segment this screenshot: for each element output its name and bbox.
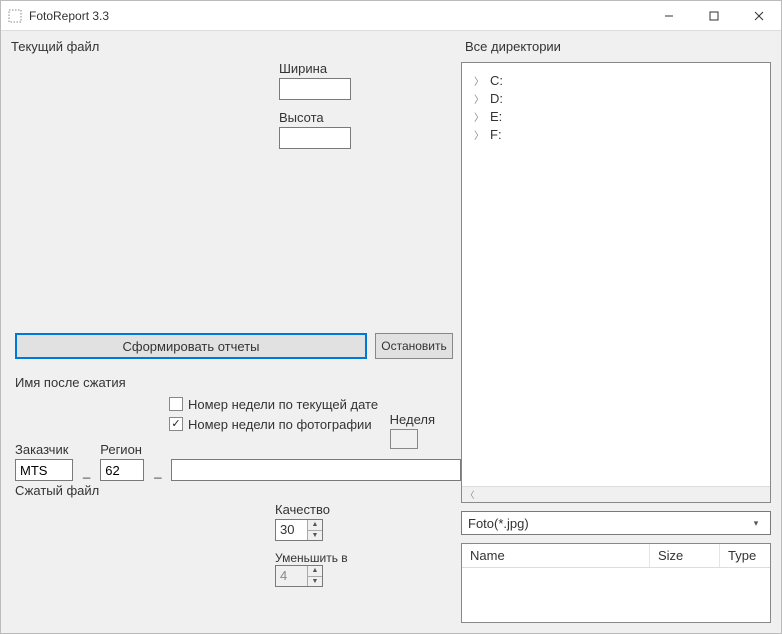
stop-button[interactable]: Остановить [375,333,453,359]
app-icon [7,8,23,24]
scale-label: Уменьшить в [275,551,455,565]
tree-item[interactable]: 〉 C: [468,71,764,89]
maximize-button[interactable] [691,1,736,30]
column-header-size[interactable]: Size [650,544,720,567]
minimize-button[interactable] [646,1,691,30]
height-label: Высота [279,110,351,125]
chevron-right-icon[interactable]: 〉 [474,127,486,142]
horizontal-scrollbar[interactable]: 〈 [462,486,770,502]
quality-down-icon[interactable]: ▼ [308,531,322,541]
scale-value[interactable]: 4 [276,566,307,586]
region-input[interactable] [100,459,144,481]
separator: _ [83,464,90,481]
filename-rest-input[interactable] [171,459,461,481]
titlebar: FotoReport 3.3 [1,1,781,31]
quality-up-icon[interactable]: ▲ [308,520,322,531]
chevron-down-icon[interactable]: ▾ [748,518,764,529]
scroll-left-icon[interactable]: 〈 [462,487,478,503]
width-label: Ширина [279,61,351,76]
separator: _ [154,464,161,481]
column-header-name[interactable]: Name [462,544,650,567]
width-input[interactable] [279,78,351,100]
drive-label: C: [490,73,503,88]
file-filter-dropdown[interactable]: Foto(*.jpg) ▾ [461,511,771,535]
quality-label: Качество [275,502,455,517]
week-photo-checkbox[interactable] [169,417,183,431]
quality-value[interactable]: 30 [276,520,307,540]
close-button[interactable] [736,1,781,30]
week-input[interactable] [390,429,418,449]
tree-item[interactable]: 〉 E: [468,107,764,125]
customer-label: Заказчик [15,442,73,457]
scale-spinner[interactable]: 4 ▲ ▼ [275,565,323,587]
week-photo-label: Номер недели по фотографии [188,417,372,432]
chevron-right-icon[interactable]: 〉 [474,73,486,88]
week-label: Неделя [390,412,435,427]
customer-input[interactable] [15,459,73,481]
tree-item[interactable]: 〉 F: [468,125,764,143]
all-directories-label: Все директории [465,39,771,54]
window-title: FotoReport 3.3 [29,9,109,23]
scale-down-icon[interactable]: ▼ [308,577,322,587]
region-label: Регион [100,442,144,457]
week-current-label: Номер недели по текущей дате [188,397,378,412]
chevron-right-icon[interactable]: 〉 [474,91,486,106]
file-list[interactable]: Name Size Type [461,543,771,623]
filter-value: Foto(*.jpg) [468,516,529,531]
chevron-right-icon[interactable]: 〉 [474,109,486,124]
drive-label: F: [490,127,502,142]
tree-item[interactable]: 〉 D: [468,89,764,107]
name-after-compress-label: Имя после сжатия [15,375,455,390]
column-header-type[interactable]: Type [720,544,770,567]
generate-reports-button[interactable]: Сформировать отчеты [15,333,367,359]
directory-tree[interactable]: 〉 C: 〉 D: 〉 E: 〉 F: 〈 [461,62,771,503]
quality-spinner[interactable]: 30 ▲ ▼ [275,519,323,541]
drive-label: E: [490,109,502,124]
week-current-checkbox[interactable] [169,397,183,411]
current-file-label: Текущий файл [11,39,451,54]
height-input[interactable] [279,127,351,149]
compressed-file-label: Сжатый файл [15,483,455,498]
scale-up-icon[interactable]: ▲ [308,566,322,577]
drive-label: D: [490,91,503,106]
